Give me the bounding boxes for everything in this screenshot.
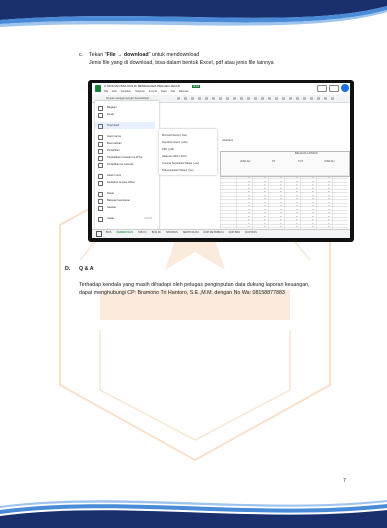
download-submenu: Microsoft Excel (.xlsx) OpenDocument (.od… [159,129,217,175]
cell-dashes [234,175,334,233]
file-menu-label: Buat salinan [107,142,122,145]
sheets-logo-icon [95,85,101,92]
file-menu-item[interactable]: Tambahkan pintasan ke Drive [95,154,155,161]
sheet-tab[interactable]: DOP BKK [229,231,240,234]
menu-alat[interactable]: Alat [171,90,175,93]
download-option[interactable]: PDF (.pdf) [159,146,214,153]
sheet-tab[interactable]: DOP RETRIBUSI [204,231,224,234]
step-prefix: Tekan " [89,52,107,58]
step-line1: Tekan "File → download" untuk mendownloa… [89,52,359,59]
menu-bantuan[interactable]: Bantuan [179,90,189,93]
col-label: JUMLAH [324,160,335,163]
doc-title: 2. RINCIAN BSA KAS DI BENDAHARA PENGELUA… [104,84,180,88]
file-menu: Bagikan Email Download Ganti nama Buat salin… [95,101,159,233]
col-header: BELANJA LAINNYA [295,152,319,155]
download-option[interactable]: Microsoft Excel (.xlsx) [159,132,214,139]
print-icon [98,217,103,222]
download-option[interactable]: OpenDocument (.ods) [159,139,214,146]
download-option[interactable]: Halaman Web (.html) [159,153,214,160]
file-menu-label: Setelan [107,206,117,209]
file-menu-label: Bagikan [107,106,117,109]
file-menu-item[interactable]: Buat salinan [95,140,155,147]
file-menu-label: Sediakan secara offline [107,181,135,184]
qa-paragraph-line1: Terhadap kendala yang masih dihadapi ole… [79,282,310,288]
header-wave [0,0,387,27]
file-menu-label: Pindahkan ke sampah [107,163,134,166]
sheet-tab[interactable]: SPM BOS [166,231,178,234]
col-label: ST [272,160,276,163]
file-menu-label: Download [107,124,119,127]
offline-icon [98,181,103,186]
file-menu-item[interactable]: Download [95,122,155,129]
section-title: Q & A [79,266,94,272]
menu-format[interactable]: Format [149,90,157,93]
file-menu-item[interactable]: Pindahkan [95,147,155,154]
file-menu-item[interactable]: Email [95,111,155,118]
file-menu-item[interactable]: Detail [95,190,155,197]
sheet-grid: ndahara BELANJA LAINNYA JUMLAH ST TGT JU… [220,103,350,233]
file-menu-item[interactable]: Bagikan [95,104,155,111]
sheet-tab[interactable]: DOP BOS [245,231,257,234]
file-menu-item[interactable]: Ganti nama [95,133,155,140]
file-menu-label: Histori versi [107,174,122,177]
file-menu-label: Pindahkan [107,149,120,152]
step-line2: Jenis file yang di download, bisa dalam … [89,60,274,66]
history-icon[interactable] [317,85,327,92]
file-menu-item[interactable]: Setelan [95,204,155,211]
shortcut-label: Ctrl+P [144,217,152,220]
sheet-tab[interactable]: BOS [106,231,111,234]
mail-icon [98,113,103,118]
file-menu-label: Tambahkan pintasan ke Drive [107,156,143,159]
file-menu-item[interactable]: Sediakan secara offline [95,179,155,186]
step-marker: c. [79,52,84,58]
menu-sisipkan[interactable]: Sisipkan [135,90,145,93]
gear-icon [98,206,103,211]
menu-data[interactable]: Data [161,90,166,93]
file-menu-item[interactable]: Pindahkan ke sampah [95,161,155,168]
download-icon [98,124,103,129]
footer-wave [0,500,387,528]
sheet-tab[interactable]: BOS MI [152,231,161,234]
step-suffix: " untuk mendownload [148,52,200,58]
col-label: JUMLAH [240,160,251,163]
sheet-title: ndahara [222,138,234,142]
file-menu-label: Ganti nama [107,135,121,138]
add-sheet-icon[interactable] [96,231,102,237]
table-header [220,151,350,177]
embedded-screenshot: 2. RINCIAN BSA KAS DI BENDAHARA PENGELUA… [88,80,354,242]
search-menu-input[interactable]: Simpan sebagai Google Spreadsheet [106,97,149,100]
file-menu-item[interactable]: Batasan keamanan [95,197,155,204]
xlsx-badge: XLSX [192,85,201,88]
trash-icon [98,163,103,168]
page-number: 7 [343,478,346,484]
share-button[interactable] [341,84,349,92]
file-menu-label: Email [107,113,114,116]
sheet-tab[interactable]: PEMBIAYAAN [116,230,133,234]
download-option[interactable]: Comma Separated Values (.csv) [159,160,214,167]
step-bold: File → download [106,52,149,58]
file-menu-item[interactable]: Histori versi [95,172,155,179]
toolbar-icons[interactable] [177,97,337,100]
menu-bar: File Edit Tampilan Sisipkan Format Data Alat Ba… [104,90,189,93]
sheet-tab[interactable]: SERTIFIKASI [183,231,199,234]
file-menu-label: Cetak [107,217,115,220]
spreadsheet-screen: 2. RINCIAN BSA KAS DI BENDAHARA PENGELUA… [92,83,350,238]
file-menu-label: Detail [107,192,114,195]
qa-paragraph-line2: dapat menghubungi CP: Bramono Tri Hantor… [79,290,285,296]
menu-tampilan[interactable]: Tampilan [121,90,131,93]
section-marker: D. [65,266,71,272]
sheet-tab[interactable]: SPM KI [138,231,147,234]
file-menu-label: Batasan keamanan [107,199,131,202]
file-menu-item[interactable]: Cetak Ctrl+P [95,215,155,222]
menu-file[interactable]: File [104,90,108,93]
comment-icon[interactable] [329,85,339,92]
download-option[interactable]: Tab-separated Values (.tsv) [159,167,214,174]
menu-edit[interactable]: Edit [112,90,116,93]
col-label: TGT [298,160,304,163]
sheet-tabs: BOS PEMBIAYAAN SPM KI BOS MI SPM BOS SERTIFIK… [106,230,257,234]
